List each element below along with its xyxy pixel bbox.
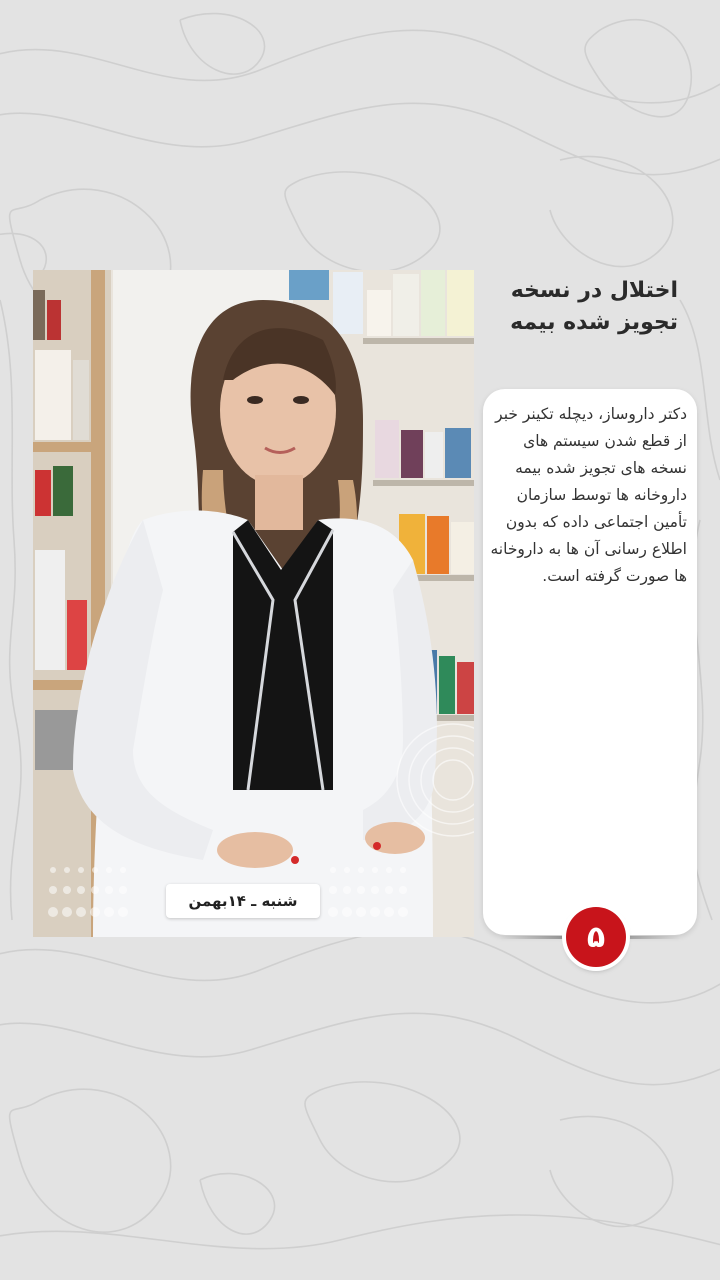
pharmacist-photo: شنبه ـ ۱۴بهمن xyxy=(33,270,474,937)
post-title: اختلال در نسخه تجویز شده بیمه xyxy=(510,278,678,335)
page-number-badge: ۵ xyxy=(566,907,626,967)
article-body: دکتر داروساز، دیچله تکینر خبر از قطع شدن… xyxy=(490,405,687,585)
article-card: دکتر داروساز، دیچله تکینر خبر از قطع شدن… xyxy=(483,389,697,935)
date-badge: شنبه ـ ۱۴بهمن xyxy=(166,884,320,918)
photo-illustration xyxy=(33,270,474,937)
